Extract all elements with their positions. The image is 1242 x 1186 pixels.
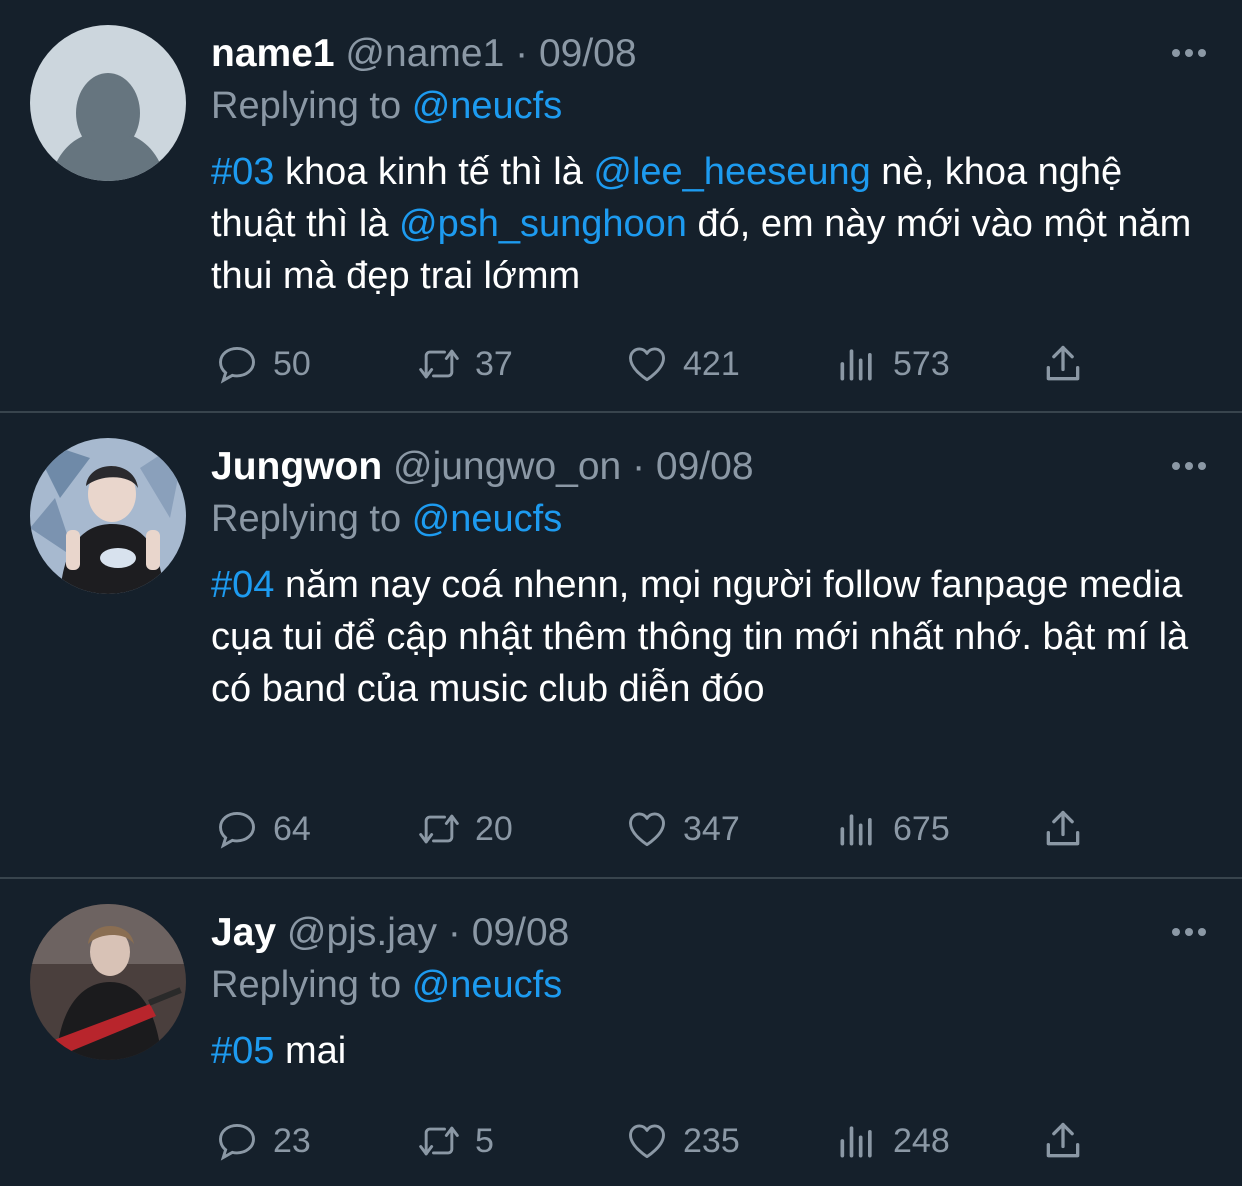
retweet-icon (419, 1126, 459, 1156)
views-chart-icon (840, 1126, 872, 1158)
display-name[interactable]: Jay (211, 911, 276, 954)
share-button[interactable] (1041, 1116, 1099, 1166)
mention-link[interactable]: @lee_heeseung (593, 151, 870, 193)
like-count: 235 (683, 1121, 740, 1160)
views-chart-icon (840, 349, 872, 381)
action-bar: 64 20 347 675 (211, 804, 1091, 854)
separator-dot: · (447, 911, 461, 954)
replying-to: Replying to @neucfs (211, 959, 1211, 1011)
action-bar: 50 37 421 573 (211, 339, 1091, 389)
share-icon (1046, 810, 1080, 846)
user-handle[interactable]: @name1 (345, 32, 504, 75)
share-button[interactable] (1041, 339, 1099, 389)
tweet-text: #03 khoa kinh tế thì là @lee_heeseung nè… (211, 146, 1211, 302)
hashtag-link[interactable]: #03 (211, 151, 274, 193)
heart-icon (629, 1124, 665, 1159)
like-button[interactable]: 347 (625, 804, 740, 854)
replying-handle-link[interactable]: @neucfs (412, 498, 563, 540)
reply-icon (219, 346, 255, 384)
tweet-date[interactable]: 09/08 (539, 32, 637, 75)
views-button[interactable]: 248 (835, 1116, 950, 1166)
tweet-1[interactable]: name1 @name1 · 09/08 Replying to @neucfs… (0, 0, 1242, 413)
like-button[interactable]: 235 (625, 1116, 740, 1166)
retweet-count: 5 (475, 1121, 494, 1160)
retweet-count: 37 (475, 344, 513, 383)
reply-icon (219, 1123, 255, 1161)
retweet-icon (419, 814, 459, 844)
views-button[interactable]: 573 (835, 339, 950, 389)
replying-prefix: Replying to (211, 498, 402, 540)
mention-link[interactable]: @psh_sunghoon (399, 203, 687, 245)
separator-dot: · (515, 32, 529, 75)
tweet-header: Jungwon @jungwo_on · 09/08 (211, 441, 1211, 493)
reply-button[interactable]: 50 (215, 339, 311, 389)
views-button[interactable]: 675 (835, 804, 950, 854)
hashtag-link[interactable]: #05 (211, 1030, 274, 1072)
like-button[interactable]: 421 (625, 339, 740, 389)
more-dots-icon[interactable] (1172, 44, 1212, 64)
more-dots-icon[interactable] (1172, 923, 1212, 943)
views-count: 675 (893, 809, 950, 848)
heart-icon (629, 812, 665, 847)
retweet-button[interactable]: 5 (417, 1116, 494, 1166)
views-count: 248 (893, 1121, 950, 1160)
reply-count: 64 (273, 809, 311, 848)
action-bar: 23 5 235 248 (211, 1116, 1091, 1166)
tweet-3[interactable]: Jay @pjs.jay · 09/08 Replying to @neucfs… (0, 879, 1242, 1186)
retweet-icon (419, 349, 459, 379)
display-name[interactable]: name1 (211, 32, 335, 75)
tweet-header: Jay @pjs.jay · 09/08 (211, 907, 1211, 959)
avatar-jay[interactable] (30, 904, 186, 1060)
replying-to: Replying to @neucfs (211, 493, 1211, 545)
views-chart-icon (840, 814, 872, 846)
tweet-date[interactable]: 09/08 (472, 911, 570, 954)
replying-prefix: Replying to (211, 964, 402, 1006)
replying-prefix: Replying to (211, 85, 402, 127)
replying-handle-link[interactable]: @neucfs (412, 85, 563, 127)
replying-to: Replying to @neucfs (211, 80, 1211, 132)
views-count: 573 (893, 344, 950, 383)
replying-handle-link[interactable]: @neucfs (412, 964, 563, 1006)
like-count: 421 (683, 344, 740, 383)
avatar-default[interactable] (30, 25, 186, 181)
text-segment: năm nay coá nhenn, mọi người follow fanp… (211, 564, 1189, 710)
display-name[interactable]: Jungwon (211, 445, 382, 488)
user-handle[interactable]: @pjs.jay (287, 911, 437, 954)
user-handle[interactable]: @jungwo_on (393, 445, 621, 488)
text-segment: khoa kinh tế thì là (274, 151, 594, 193)
tweet-text: #04 năm nay coá nhenn, mọi người follow … (211, 559, 1211, 715)
share-icon (1046, 1122, 1080, 1158)
reply-count: 50 (273, 344, 311, 383)
tweet-header: name1 @name1 · 09/08 (211, 28, 1211, 80)
heart-icon (629, 347, 665, 382)
tweet-date[interactable]: 09/08 (656, 445, 754, 488)
text-segment: mai (274, 1030, 347, 1072)
tweet-text: #05 mai (211, 1025, 1211, 1077)
avatar-jungwon[interactable] (30, 438, 186, 594)
reply-icon (219, 811, 255, 849)
retweet-count: 20 (475, 809, 513, 848)
more-dots-icon[interactable] (1172, 457, 1212, 477)
reply-button[interactable]: 23 (215, 1116, 311, 1166)
share-icon (1046, 345, 1080, 381)
reply-count: 23 (273, 1121, 311, 1160)
tweet-2[interactable]: Jungwon @jungwo_on · 09/08 Replying to @… (0, 413, 1242, 879)
share-button[interactable] (1041, 804, 1099, 854)
separator-dot: · (632, 445, 646, 488)
hashtag-link[interactable]: #04 (211, 564, 274, 606)
like-count: 347 (683, 809, 740, 848)
retweet-button[interactable]: 37 (417, 339, 513, 389)
retweet-button[interactable]: 20 (417, 804, 513, 854)
reply-button[interactable]: 64 (215, 804, 311, 854)
